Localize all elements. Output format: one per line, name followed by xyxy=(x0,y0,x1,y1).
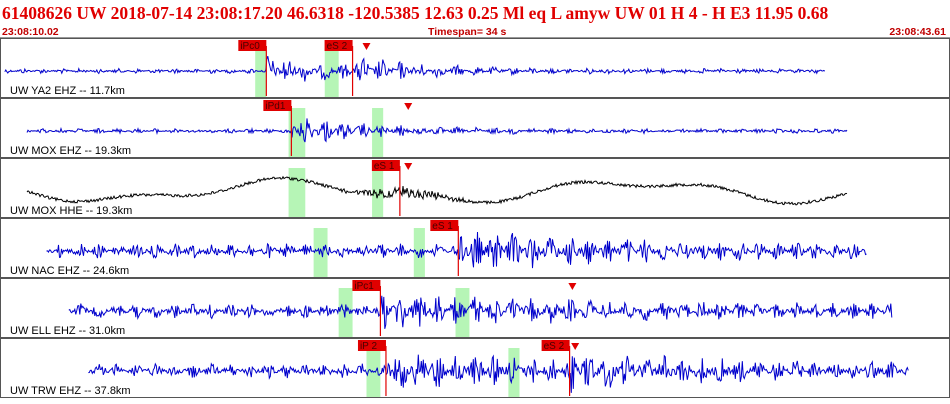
seismogram-panels[interactable]: iPc0 eS 2 UW YA2 EHZ -- 11.7km iPd1 UW MOX E… xyxy=(0,38,950,400)
waveform-trace xyxy=(46,231,867,269)
waveform-trace xyxy=(26,175,848,206)
trace-panel[interactable] xyxy=(0,38,950,98)
phase-pick-label: iPd1 xyxy=(265,101,285,112)
station-label: UW YA2 EHZ -- 11.7km xyxy=(10,85,125,97)
phase-pick-label: eS 2 xyxy=(327,41,348,52)
waveform-trace xyxy=(88,354,909,393)
theoretical-arrival-marker xyxy=(568,283,577,290)
phase-pick-label: eS 1 xyxy=(374,161,395,172)
trace-panel[interactable] xyxy=(0,218,950,278)
waveform-trace xyxy=(68,295,893,329)
trace-panel[interactable] xyxy=(0,98,950,158)
phase-window-band xyxy=(455,288,470,337)
station-label: UW TRW EHZ -- 37.8km xyxy=(10,385,131,397)
phase-pick-label: iPc1 xyxy=(354,281,374,292)
phase-window-band xyxy=(313,228,328,277)
phase-pick-label: eS 1 xyxy=(432,221,453,232)
waveform-trace xyxy=(4,55,826,82)
waveform-trace xyxy=(26,118,848,143)
phase-pick-label: eS 2 xyxy=(544,341,565,352)
theoretical-arrival-marker xyxy=(571,343,580,350)
theoretical-arrival-marker xyxy=(404,163,413,170)
event-summary-line: 61408626 UW 2018-07-14 23:08:17.20 46.63… xyxy=(2,3,829,23)
event-header: 61408626 UW 2018-07-14 23:08:17.20 46.63… xyxy=(0,0,950,38)
phase-window-band xyxy=(288,168,306,217)
trace-panel[interactable] xyxy=(0,158,950,218)
station-label: UW ELL EHZ -- 31.0km xyxy=(10,325,125,337)
station-label: UW NAC EHZ -- 24.6km xyxy=(10,265,129,277)
phase-pick-label: iPc0 xyxy=(240,41,260,52)
theoretical-arrival-marker xyxy=(362,43,371,50)
phase-pick-label: iP 2 xyxy=(360,341,377,352)
theoretical-arrival-marker xyxy=(404,103,413,110)
station-label: UW MOX EHZ -- 19.3km xyxy=(10,145,131,157)
phase-window-band xyxy=(255,48,267,97)
station-label: UW MOX HHE -- 19.3km xyxy=(10,205,132,217)
seismogram-canvas[interactable]: iPc0 eS 2 UW YA2 EHZ -- 11.7km iPd1 UW MOX E… xyxy=(0,38,950,400)
